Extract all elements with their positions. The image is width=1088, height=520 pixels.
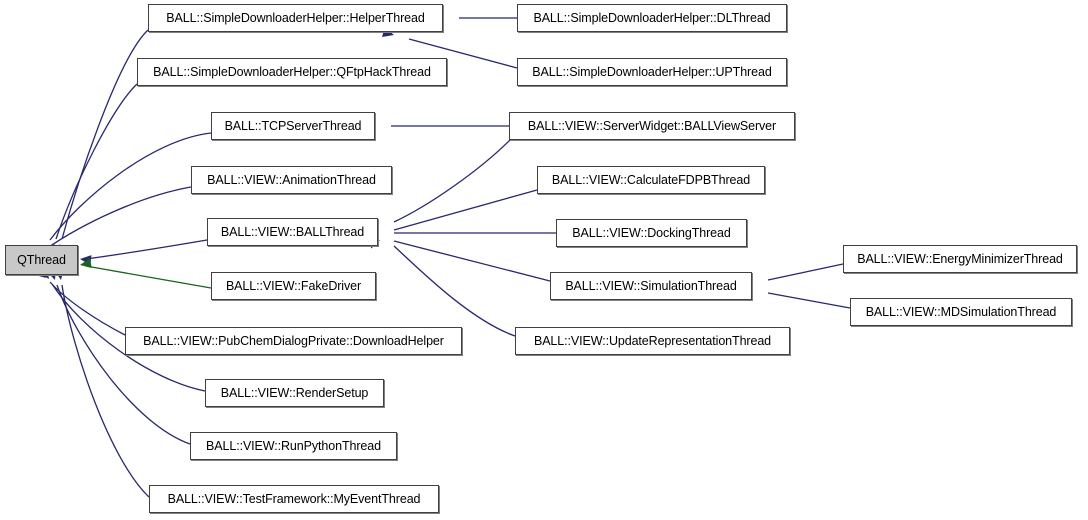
class-node-label: BALL::VIEW::TestFramework::MyEventThread [167,491,421,506]
class-node-label: BALL::VIEW::EnergyMinimizerThread [857,251,1063,266]
class-node-helperthread[interactable]: BALL::SimpleDownloaderHelper::HelperThre… [148,4,443,32]
class-node-label: BALL::SimpleDownloaderHelper::HelperThre… [166,10,425,25]
class-node-label: BALL::VIEW::UpdateRepresentationThread [533,333,772,348]
class-node-label: BALL::TCPServerThread [224,118,362,133]
class-node-qftphackthread[interactable]: BALL::SimpleDownloaderHelper::QFtpHackTh… [137,58,447,86]
class-node-simulationthread[interactable]: BALL::VIEW::SimulationThread [550,272,752,300]
class-node-label: BALL::VIEW::PubChemDialogPrivate::Downlo… [143,333,444,348]
class-node-qthread[interactable]: QThread [5,245,78,275]
class-node-label: BALL::VIEW::CalculateFDPBThread [551,172,751,187]
class-node-rendersetup[interactable]: BALL::VIEW::RenderSetup [205,379,384,407]
class-node-fakedriver[interactable]: BALL::VIEW::FakeDriver [211,272,376,300]
class-node-dockingthread[interactable]: BALL::VIEW::DockingThread [556,219,747,247]
class-node-label: BALL::VIEW::AnimationThread [207,172,376,187]
class-node-label: QThread [17,252,66,267]
class-node-label: BALL::VIEW::SimulationThread [565,278,737,293]
class-node-downloadhelper[interactable]: BALL::VIEW::PubChemDialogPrivate::Downlo… [125,327,462,355]
class-node-dlthread[interactable]: BALL::SimpleDownloaderHelper::DLThread [517,4,787,32]
class-node-label: BALL::VIEW::FakeDriver [225,278,362,293]
class-node-label: BALL::VIEW::ServerWidget::BALLViewServer [527,118,777,133]
class-node-animationthread[interactable]: BALL::VIEW::AnimationThread [191,166,392,194]
inheritance-diagram: QThread BALL::SimpleDownloaderHelper::Hel… [0,0,1088,520]
class-node-tcpserverthread[interactable]: BALL::TCPServerThread [211,112,375,140]
class-node-myeventthread[interactable]: BALL::VIEW::TestFramework::MyEventThread [149,485,439,513]
class-node-ballviewserver[interactable]: BALL::VIEW::ServerWidget::BALLViewServer [509,112,795,140]
class-node-label: BALL::SimpleDownloaderHelper::DLThread [533,10,771,25]
class-node-label: BALL::VIEW::MDSimulationThread [865,304,1057,319]
class-node-energyminimizerthread[interactable]: BALL::VIEW::EnergyMinimizerThread [843,245,1077,273]
class-node-label: BALL::SimpleDownloaderHelper::QFtpHackTh… [153,64,431,79]
class-node-calculatefdpbthread[interactable]: BALL::VIEW::CalculateFDPBThread [537,166,765,194]
class-node-upthread[interactable]: BALL::SimpleDownloaderHelper::UPThread [517,58,787,86]
class-node-label: BALL::SimpleDownloaderHelper::UPThread [532,64,772,79]
class-node-label: BALL::VIEW::BALLThread [220,224,365,239]
class-node-ballthread[interactable]: BALL::VIEW::BALLThread [207,218,378,246]
node-layer: QThread BALL::SimpleDownloaderHelper::Hel… [0,0,1088,520]
class-node-label: BALL::VIEW::DockingThread [572,225,731,240]
class-node-label: BALL::VIEW::RunPythonThread [206,438,381,453]
class-node-mdsimulationthread[interactable]: BALL::VIEW::MDSimulationThread [850,298,1072,326]
class-node-updaterepresentationthread[interactable]: BALL::VIEW::UpdateRepresentationThread [515,327,790,355]
class-node-runpythonthread[interactable]: BALL::VIEW::RunPythonThread [190,432,397,460]
class-node-label: BALL::VIEW::RenderSetup [220,385,369,400]
